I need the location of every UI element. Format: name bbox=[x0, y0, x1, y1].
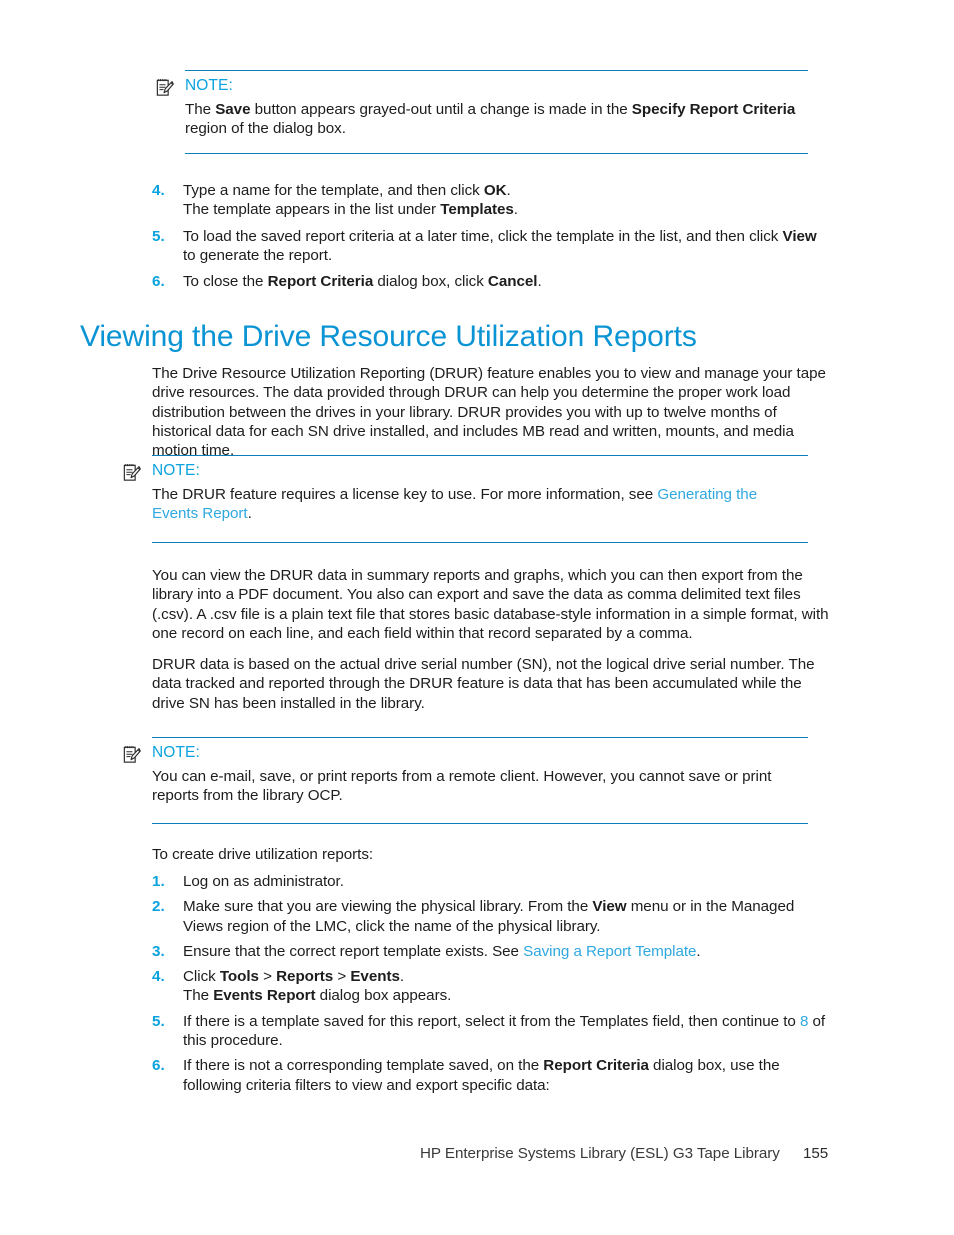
list-item-text: If there is not a corresponding template… bbox=[183, 1056, 832, 1095]
list-item-text: Log on as administrator. bbox=[183, 872, 832, 891]
body-paragraph-1: You can view the DRUR data in summary re… bbox=[152, 567, 829, 642]
list-item-text: If there is a template saved for this re… bbox=[183, 1012, 832, 1051]
text-line: If there is not a corresponding template… bbox=[183, 1057, 780, 1094]
note-header: NOTE: bbox=[156, 77, 808, 96]
list-item-text: Click Tools > Reports > Events. The Event… bbox=[183, 967, 832, 1006]
list-marker: 4. bbox=[152, 182, 165, 199]
note-label: NOTE: bbox=[152, 462, 200, 479]
list-item: 5. To load the saved report criteria at … bbox=[152, 227, 832, 266]
text-line: The template appears in the list under T… bbox=[183, 201, 518, 219]
list-item-text: Ensure that the correct report template … bbox=[183, 942, 832, 961]
intro-paragraph: The Drive Resource Utilization Reporting… bbox=[152, 365, 826, 460]
text-line: Make sure that you are viewing the physi… bbox=[183, 898, 795, 935]
bold-run: Specify Report Criteria bbox=[631, 101, 796, 118]
bold-run: Reports bbox=[276, 968, 334, 986]
list-item: 1. Log on as administrator. bbox=[152, 872, 832, 891]
list-marker: 5. bbox=[152, 1012, 165, 1030]
cross-reference-link[interactable]: Generating the Events Report bbox=[152, 486, 757, 522]
list-marker: 2. bbox=[152, 898, 165, 916]
list-item: 3. Ensure that the correct report templa… bbox=[152, 942, 832, 961]
bold-run: View bbox=[592, 898, 627, 916]
note-top-rule bbox=[185, 70, 808, 71]
bold-run: Tools bbox=[219, 968, 259, 986]
note-header: NOTE: bbox=[123, 744, 808, 763]
text-line: The Events Report dialog box appears. bbox=[183, 987, 452, 1005]
note-box-1: NOTE: The Save button appears grayed-out… bbox=[156, 70, 808, 154]
note-bottom-rule bbox=[152, 822, 808, 824]
note-label: NOTE: bbox=[152, 744, 200, 761]
note-top-rule bbox=[152, 455, 808, 456]
note-box-3: NOTE: You can e-mail, save, or print rep… bbox=[123, 737, 808, 824]
list-item-text: To load the saved report criteria at a l… bbox=[183, 227, 832, 266]
page-title: Viewing the Drive Resource Utilization R… bbox=[80, 320, 697, 353]
document-page: NOTE: The Save button appears grayed-out… bbox=[0, 0, 954, 1235]
bold-run: Templates bbox=[440, 201, 514, 219]
text-line: Log on as administrator. bbox=[183, 873, 344, 890]
note-bottom-rule bbox=[185, 152, 808, 154]
list-item: 2. Make sure that you are viewing the ph… bbox=[152, 897, 832, 936]
list-marker: 5. bbox=[152, 227, 165, 245]
list-marker: 1. bbox=[152, 873, 165, 890]
ordered-list-top: 4. Type a name for the template, and the… bbox=[152, 181, 832, 291]
bold-run: Events bbox=[350, 968, 400, 986]
page-footer: HP Enterprise Systems Library (ESL) G3 T… bbox=[420, 1145, 828, 1162]
text-line: To load the saved report criteria at a l… bbox=[183, 227, 817, 264]
list-marker: 6. bbox=[152, 273, 165, 291]
ordered-list-bottom: 1. Log on as administrator. 2. Make sure… bbox=[152, 872, 832, 1095]
text-line: To close the Report Criteria dialog box,… bbox=[183, 273, 542, 291]
note-pad-pencil-icon bbox=[123, 463, 141, 482]
bold-run: View bbox=[782, 227, 817, 245]
list-item: 4. Type a name for the template, and the… bbox=[152, 181, 832, 220]
list-item-text: Make sure that you are viewing the physi… bbox=[183, 897, 832, 936]
list-item-text: Type a name for the template, and then c… bbox=[183, 181, 832, 220]
bold-run: Events Report bbox=[213, 987, 316, 1005]
note-top-rule bbox=[152, 737, 808, 738]
note-box-2: NOTE: The DRUR feature requires a licens… bbox=[123, 455, 808, 543]
list-item-text: To close the Report Criteria dialog box,… bbox=[183, 272, 832, 291]
bold-run: Report Criteria bbox=[267, 273, 374, 291]
note-header: NOTE: bbox=[123, 462, 808, 481]
text-line: Ensure that the correct report template … bbox=[183, 942, 701, 960]
text-line: If there is a template saved for this re… bbox=[183, 1012, 826, 1050]
list-marker: 6. bbox=[152, 1057, 165, 1075]
bold-run: Save bbox=[215, 101, 251, 118]
body-paragraph-2: DRUR data is based on the actual drive s… bbox=[152, 656, 815, 712]
bold-run: Report Criteria bbox=[543, 1057, 649, 1075]
list-item: 4. Click Tools > Reports > Events. The Ev… bbox=[152, 967, 832, 1006]
text-line: Click Tools > Reports > Events. bbox=[183, 968, 405, 986]
list-marker: 4. bbox=[152, 968, 165, 986]
list-item: 5. If there is a template saved for this… bbox=[152, 1012, 832, 1051]
list-item: 6. If there is not a corresponding templ… bbox=[152, 1056, 832, 1095]
bold-run: OK bbox=[483, 182, 507, 199]
list-item: 6. To close the Report Criteria dialog b… bbox=[152, 272, 832, 291]
list-marker: 3. bbox=[152, 942, 165, 960]
note-label: NOTE: bbox=[185, 77, 233, 94]
cross-reference-link[interactable]: 8 bbox=[800, 1013, 808, 1030]
bold-run: Cancel bbox=[487, 273, 538, 291]
text-line: Type a name for the template, and then c… bbox=[183, 182, 511, 199]
note-body-3: You can e-mail, save, or print reports f… bbox=[152, 768, 772, 805]
note-bottom-rule bbox=[152, 541, 808, 543]
page-number: 155 bbox=[803, 1145, 829, 1162]
note-pad-pencil-icon bbox=[156, 78, 174, 97]
footer-title: HP Enterprise Systems Library (ESL) G3 T… bbox=[420, 1145, 780, 1162]
note-body-2: The DRUR feature requires a license key … bbox=[152, 486, 758, 523]
note-body-1: The Save button appears grayed-out until… bbox=[185, 101, 796, 138]
note-pad-pencil-icon bbox=[123, 745, 141, 764]
cross-reference-link[interactable]: Saving a Report Template bbox=[523, 943, 696, 960]
lead-in-text: To create drive utilization reports: bbox=[152, 846, 374, 863]
